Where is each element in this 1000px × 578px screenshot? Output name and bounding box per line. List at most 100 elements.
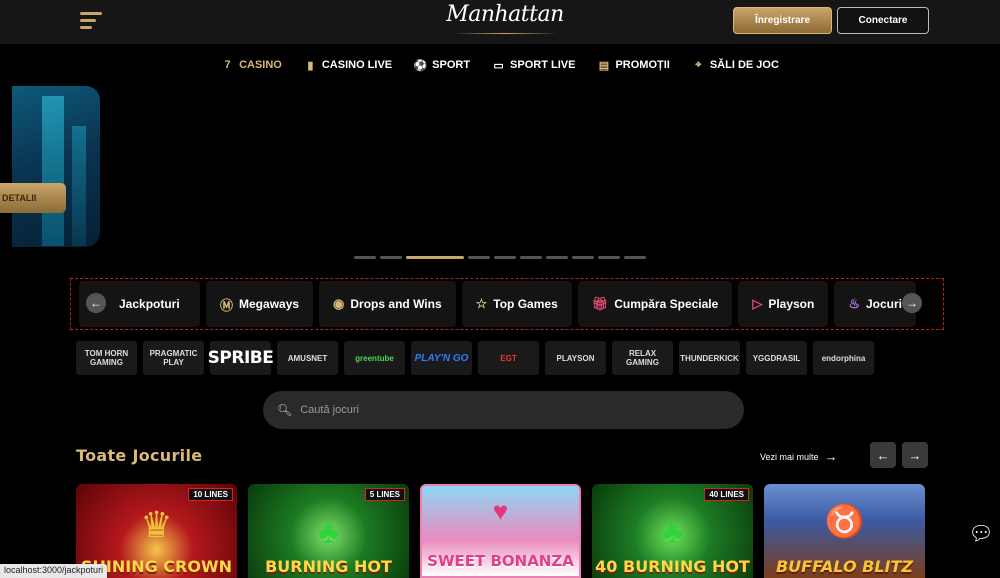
see-more-link[interactable]: Vezi mai multe → (760, 449, 838, 464)
location-pin-icon: ⌖ (695, 58, 702, 71)
nav-label: CASINO (239, 59, 282, 71)
play-triangle-icon: ▷ (752, 296, 763, 311)
category-bar: Jackpoturi Ⓜ Megaways ◉ Drops and Wins ☆ To… (70, 278, 944, 330)
category-prev-arrow-icon[interactable]: ← (86, 293, 106, 313)
provider-yggdrasil[interactable]: YGGDRASIL (746, 341, 807, 375)
main-nav: 7 CASINO ▮ CASINO LIVE ⚽ SPORT ▭ SPORT LIVE … (0, 52, 1000, 78)
nav-label: CASINO LIVE (321, 59, 393, 71)
game-title: BURNING HOT (265, 557, 392, 576)
category-label: Playson (768, 297, 815, 311)
nav-sali-de-joc[interactable]: ⌖ SĂLI DE JOC (692, 52, 779, 78)
lines-badge: 5 LINES (364, 488, 405, 501)
arrow-right-icon: → (824, 449, 838, 464)
drops-wins-icon: ◉ (333, 296, 345, 311)
nav-label: SĂLI DE JOC (709, 59, 779, 71)
carousel-dot[interactable] (468, 256, 490, 259)
nav-label: PROMOȚII (615, 59, 670, 71)
game-card[interactable]: ♣ 5 LINES BURNING HOT (248, 484, 409, 578)
section-title: Toate Jocurile (76, 446, 203, 465)
logo-text: Manhattan (446, 2, 564, 27)
provider-playson[interactable]: PLAYSON (545, 341, 606, 375)
carousel-dot[interactable] (494, 256, 516, 259)
carousel-dot-active[interactable] (406, 256, 464, 259)
game-card[interactable]: ♉ BUFFALO BLITZ (764, 484, 925, 578)
carousel-dot[interactable] (546, 256, 568, 259)
clover-icon: ♣ (662, 514, 683, 550)
carousel-dot[interactable] (380, 256, 402, 259)
star-icon: ☆ (475, 296, 488, 311)
carousel-dots (354, 256, 646, 259)
logo[interactable]: Manhattan (440, 2, 570, 40)
carousel-dot[interactable] (354, 256, 376, 259)
category-top-games[interactable]: ☆ Top Games (461, 281, 572, 327)
game-title: BUFFALO BLITZ (775, 557, 914, 576)
chat-icon[interactable]: 💬︎ (962, 514, 1000, 552)
nav-casino[interactable]: 7 CASINO (221, 52, 282, 78)
games-next-button[interactable]: → (902, 442, 928, 468)
hero-carousel[interactable]: DETALII (0, 86, 1000, 259)
category-label: Top Games (493, 297, 558, 311)
provider-egt[interactable]: EGT (478, 341, 539, 375)
flame-icon: ♨ (848, 296, 860, 311)
category-playson[interactable]: ▷ Playson (738, 281, 829, 327)
nav-label: SPORT (432, 59, 471, 71)
hero-slide[interactable] (12, 86, 100, 247)
menu-icon[interactable] (80, 10, 104, 32)
category-drops-and-wins[interactable]: ◉ Drops and Wins (319, 281, 456, 327)
carousel-dot[interactable] (520, 256, 542, 259)
nav-promotii[interactable]: ▤ PROMOȚII (597, 52, 670, 78)
game-title: 40 BURNING HOT (595, 557, 750, 576)
buffalo-icon: ♉ (824, 503, 865, 539)
see-more-label: Vezi mai multe (760, 451, 819, 462)
nav-casino-live[interactable]: ▮ CASINO LIVE (304, 52, 392, 78)
provider-playngo[interactable]: PLAY'N GO (411, 341, 472, 375)
top-bar: Manhattan Înregistrare Conectare (0, 0, 1000, 44)
search-bar: 🔍︎ (263, 391, 744, 429)
category-label: Jocuri (866, 297, 903, 311)
provider-endorphina[interactable]: endorphina (813, 341, 874, 375)
provider-tom-horn[interactable]: TOM HORN GAMING (76, 341, 137, 375)
seven-icon: 7 (224, 59, 231, 71)
hero-details-button[interactable]: DETALII (0, 183, 66, 213)
search-icon: 🔍︎ (277, 403, 293, 417)
provider-strip: TOM HORN GAMING PRAGMATIC PLAY SPRIBE AM… (76, 341, 936, 375)
games-prev-button[interactable]: ← (870, 442, 896, 468)
heart-icon: ♥ (492, 496, 509, 526)
game-card[interactable]: ♥ SWEET BONANZA (420, 484, 581, 578)
category-megaways[interactable]: Ⓜ Megaways (206, 281, 314, 327)
arrow-left-icon: ← (876, 447, 890, 463)
megaways-m-icon: Ⓜ (220, 297, 234, 313)
provider-amusnet[interactable]: AMUSNET (277, 341, 338, 375)
category-label: Megaways (239, 297, 300, 311)
game-title: SWEET BONANZA (427, 552, 574, 570)
carousel-dot[interactable] (572, 256, 594, 259)
login-button[interactable]: Conectare (837, 7, 929, 34)
provider-thunderkick[interactable]: THUNDERKICK (679, 341, 740, 375)
carousel-dot[interactable] (598, 256, 620, 259)
search-input[interactable] (300, 404, 701, 416)
tv-play-icon: ▭ (493, 59, 504, 72)
provider-pragmatic-play[interactable]: PRAGMATIC PLAY (143, 341, 204, 375)
nav-sport[interactable]: ⚽ SPORT (414, 52, 470, 78)
soccer-ball-icon: ⚽ (413, 59, 428, 72)
gift-icon: 🎁︎ (591, 296, 609, 311)
games-row: ♛ 10 LINES SHINING CROWN ♣ 5 LINES BURNI… (76, 484, 928, 578)
category-label: Jackpoturi (119, 297, 180, 311)
arrow-right-icon: → (908, 447, 922, 463)
category-cumpara-speciale[interactable]: 🎁︎ Cumpăra Speciale (577, 281, 733, 327)
provider-greentube[interactable]: greentube (344, 341, 405, 375)
category-next-arrow-icon[interactable]: → (902, 293, 922, 313)
clover-icon: ♣ (318, 514, 339, 550)
nav-label: SPORT LIVE (510, 59, 576, 71)
category-label: Cumpăra Speciale (614, 297, 719, 311)
provider-relax-gaming[interactable]: RELAX GAMING (612, 341, 673, 375)
card-icon: ▮ (307, 59, 314, 72)
ticket-icon: ▤ (598, 59, 610, 72)
provider-spribe[interactable]: SPRIBE (208, 341, 274, 375)
lines-badge: 40 LINES (704, 488, 749, 501)
carousel-dot[interactable] (624, 256, 646, 259)
game-card[interactable]: ♣ 40 LINES 40 BURNING HOT (592, 484, 753, 578)
nav-sport-live[interactable]: ▭ SPORT LIVE (492, 52, 575, 78)
status-url: localhost:3000/jackpoturi (0, 564, 108, 578)
register-button[interactable]: Înregistrare (733, 7, 832, 34)
